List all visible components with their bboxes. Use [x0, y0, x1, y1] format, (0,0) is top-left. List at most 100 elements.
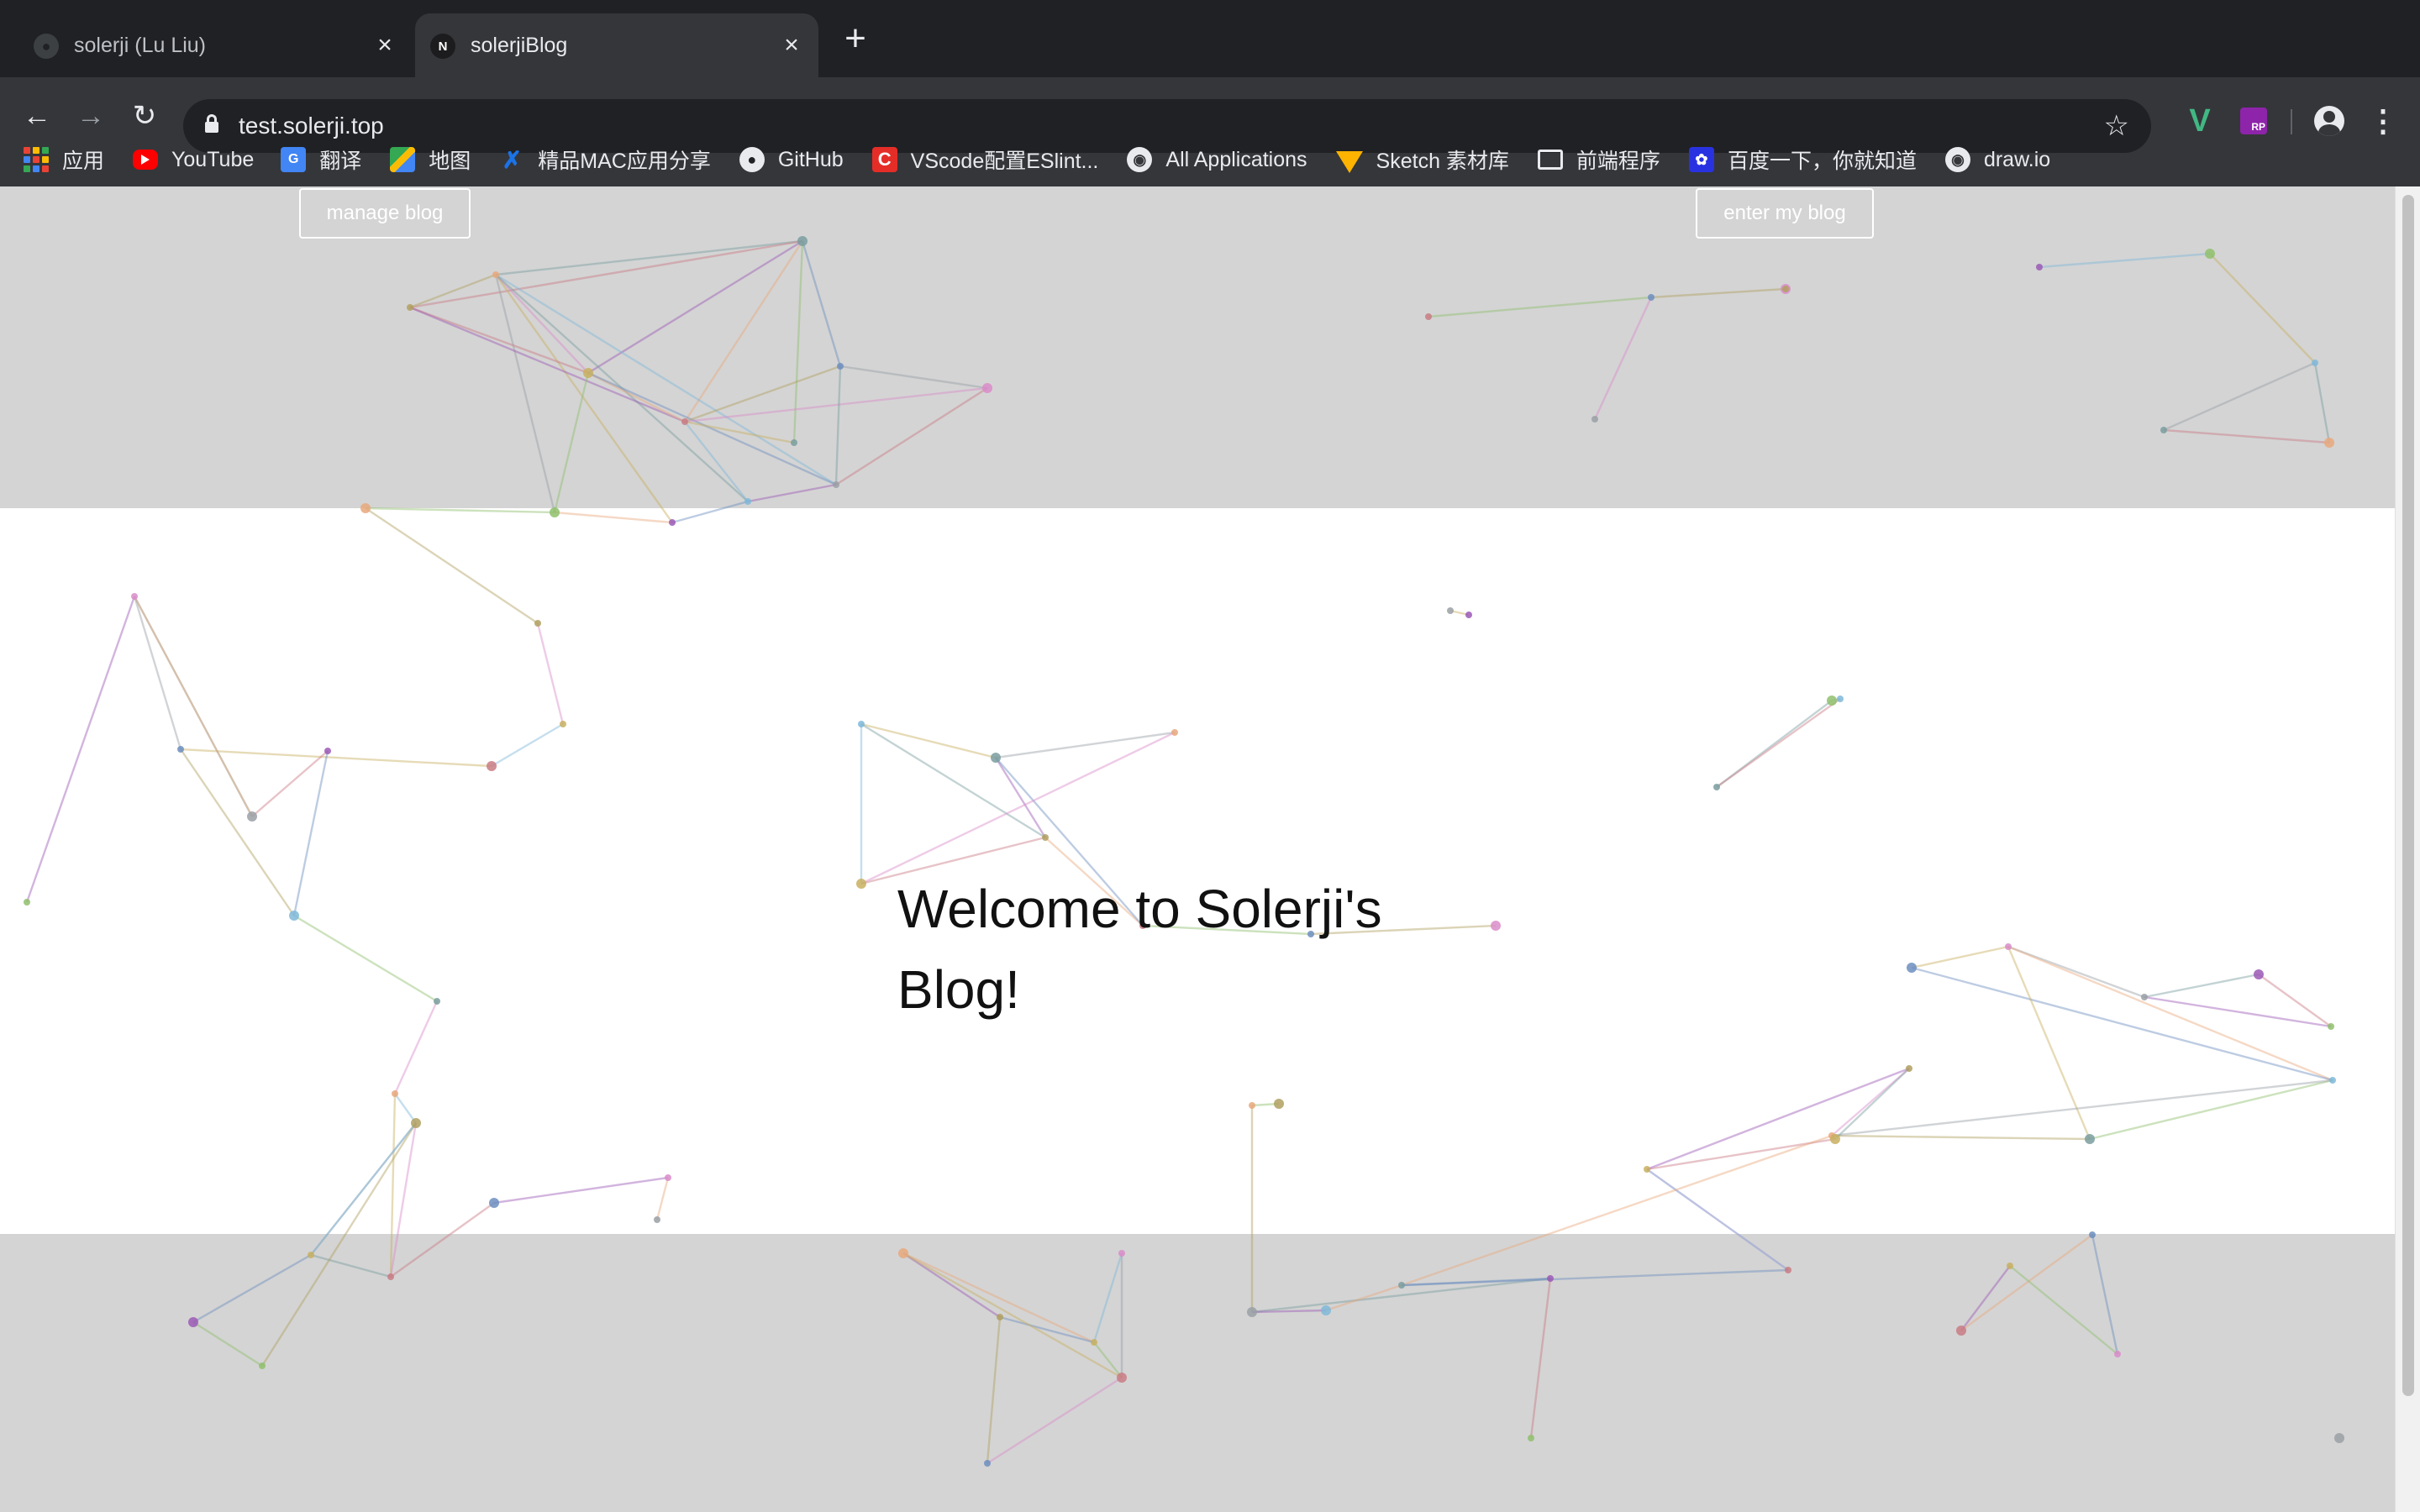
- network-node: [791, 439, 797, 446]
- bookmark-folder-frontend[interactable]: 前端程序: [1537, 133, 1660, 186]
- back-button[interactable]: ←: [18, 97, 55, 134]
- reload-button[interactable]: ↻: [126, 97, 163, 134]
- close-tab-icon[interactable]: ×: [371, 32, 398, 59]
- network-link: [1831, 1134, 2091, 1141]
- network-node: [487, 761, 497, 771]
- bookmark-vscode-eslint[interactable]: C VScode配置ESlint...: [871, 133, 1098, 186]
- network-link: [1428, 296, 1652, 318]
- bookmark-mac-apps[interactable]: ✗ 精品MAC应用分享: [499, 133, 711, 186]
- network-link: [587, 371, 837, 486]
- bookmark-sketch[interactable]: Sketch 素材库: [1335, 133, 1509, 186]
- particle-network-background: [24, 236, 2344, 1467]
- network-node: [407, 304, 413, 311]
- bookmark-apps[interactable]: 应用: [24, 133, 104, 186]
- network-node: [2141, 994, 2148, 1000]
- network-node: [982, 383, 992, 393]
- network-link: [2163, 428, 2330, 444]
- network-link: [553, 372, 590, 513]
- forward-button[interactable]: →: [72, 97, 109, 134]
- network-link: [192, 1253, 312, 1324]
- network-link: [801, 240, 842, 367]
- page-scrollbar[interactable]: [2395, 186, 2420, 1512]
- network-node: [560, 721, 566, 727]
- bookmark-drawio[interactable]: ◉ draw.io: [1944, 133, 2051, 186]
- network-node: [1528, 1435, 1534, 1441]
- network-link: [495, 273, 837, 486]
- network-node: [177, 746, 184, 753]
- network-link: [2313, 362, 2331, 444]
- bookmark-all-applications[interactable]: ◉ All Applications: [1127, 133, 1307, 186]
- network-link: [671, 500, 749, 524]
- network-node: [1830, 1134, 1840, 1144]
- github-icon: ●: [739, 147, 765, 172]
- bookmark-github[interactable]: ● GitHub: [739, 133, 844, 186]
- network-link: [133, 596, 254, 817]
- network-node: [24, 899, 30, 906]
- network-link: [536, 622, 565, 725]
- network-link: [2258, 974, 2332, 1027]
- network-link: [2144, 995, 2332, 1028]
- network-link: [493, 1176, 669, 1205]
- bookmark-youtube[interactable]: YouTube: [133, 133, 254, 186]
- bookmark-baidu[interactable]: ✿ 百度一下，你就知道: [1688, 133, 1917, 186]
- sketch-icon: [1335, 151, 1363, 173]
- network-node: [411, 1118, 421, 1128]
- toolbar-divider: [2291, 109, 2292, 134]
- network-node: [1648, 294, 1655, 301]
- globe-icon: ◉: [1944, 147, 1970, 172]
- bookmark-label: 地图: [429, 150, 471, 173]
- network-node: [247, 811, 257, 822]
- network-link: [409, 273, 497, 309]
- network-link: [834, 365, 842, 486]
- network-link: [393, 1000, 439, 1095]
- network-link: [986, 1376, 1123, 1465]
- network-node: [837, 363, 844, 370]
- close-tab-icon[interactable]: ×: [778, 32, 805, 59]
- network-node: [898, 1248, 908, 1258]
- github-icon: ●: [34, 34, 59, 59]
- enter-blog-button[interactable]: enter my blog: [1696, 188, 1874, 239]
- network-node: [997, 1314, 1003, 1320]
- network-link: [310, 1122, 417, 1256]
- network-node: [2324, 438, 2334, 448]
- network-node: [489, 1198, 499, 1208]
- bookmark-translate[interactable]: G 翻译: [281, 133, 361, 186]
- network-node: [1447, 607, 1454, 614]
- bookmark-label: All Applications: [1165, 147, 1307, 171]
- network-node: [665, 1174, 671, 1181]
- network-node: [131, 593, 138, 600]
- network-node: [1465, 612, 1472, 618]
- scrollbar-thumb[interactable]: [2402, 195, 2414, 1396]
- network-link: [390, 1202, 495, 1278]
- network-node: [2089, 1231, 2096, 1238]
- network-link: [1831, 1079, 2333, 1137]
- x-icon: ✗: [502, 146, 523, 173]
- network-link: [2089, 1079, 2333, 1141]
- bookmark-maps[interactable]: 地图: [390, 133, 471, 186]
- network-node: [2085, 1134, 2095, 1144]
- network-node: [2329, 1077, 2336, 1084]
- manage-blog-button[interactable]: manage blog: [299, 188, 471, 239]
- new-tab-button[interactable]: +: [837, 20, 874, 59]
- bookmark-label: Sketch 素材库: [1376, 150, 1509, 173]
- network-link: [1093, 1341, 1123, 1378]
- network-link: [655, 1177, 670, 1221]
- bookmark-label: draw.io: [1983, 147, 2051, 171]
- network-node: [1907, 963, 1917, 973]
- network-link: [1911, 966, 2333, 1082]
- network-link: [293, 914, 438, 1003]
- network-node: [1117, 1373, 1127, 1383]
- network-node: [1782, 286, 1789, 292]
- tab-github-profile[interactable]: ● solerji (Lu Liu) ×: [18, 13, 412, 77]
- tab-solerji-blog[interactable]: N solerjiBlog ×: [415, 13, 818, 77]
- network-link: [491, 722, 564, 768]
- network-link: [2209, 253, 2316, 364]
- lock-icon[interactable]: [205, 114, 218, 133]
- maps-icon: [390, 147, 416, 172]
- tab-strip: ● solerji (Lu Liu) × N solerjiBlog × +: [0, 0, 2420, 77]
- network-node: [1042, 834, 1049, 841]
- network-link: [902, 1252, 1001, 1319]
- network-node: [1091, 1339, 1097, 1346]
- network-link: [554, 511, 673, 524]
- bookmark-label: GitHub: [777, 147, 844, 171]
